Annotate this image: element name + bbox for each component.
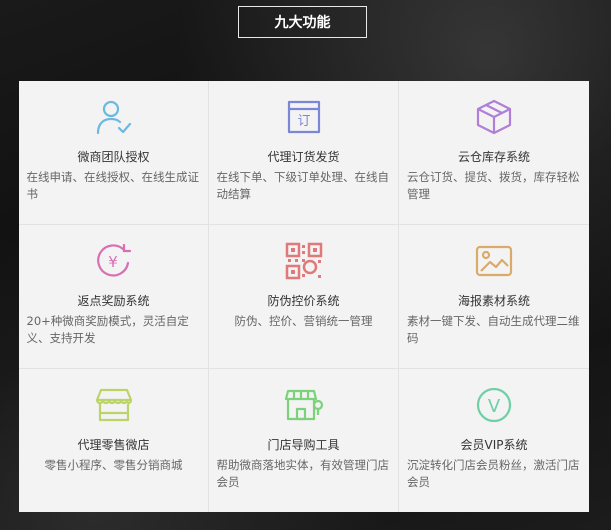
shop-guide-icon	[284, 385, 324, 425]
feature-card-anti-counterfeit[interactable]: 防伪控价系统 防伪、控价、营销统一管理	[209, 225, 399, 369]
feature-card-vip-member[interactable]: V 会员VIP系统 沉淀转化门店会员粉丝，激活门店会员	[399, 369, 589, 512]
feature-desc: 素材一键下发、自动生成代理二维码	[407, 314, 580, 345]
svg-text:V: V	[488, 396, 501, 417]
order-box-icon: 订	[284, 97, 324, 137]
feature-card-agent-order[interactable]: 订 代理订货发货 在线下单、下级订单处理、在线自动结算	[209, 81, 399, 225]
feature-name: 云仓库存系统	[457, 150, 530, 164]
cube-icon	[474, 97, 514, 137]
feature-card-team-auth[interactable]: 微商团队授权 在线申请、在线授权、在线生成证书	[19, 81, 209, 225]
feature-desc: 云仓订货、提货、拨货，库存轻松管理	[407, 170, 580, 201]
feature-name: 海报素材系统	[457, 294, 530, 308]
feature-card-cloud-warehouse[interactable]: 云仓库存系统 云仓订货、提货、拨货，库存轻松管理	[399, 81, 589, 225]
feature-card-retail-store[interactable]: 代理零售微店 零售小程序、零售分销商城	[19, 369, 209, 512]
feature-desc: 在线下单、下级订单处理、在线自动结算	[216, 170, 390, 201]
feature-name: 防伪控价系统	[267, 294, 340, 308]
feature-grid: 微商团队授权 在线申请、在线授权、在线生成证书 订 代理订货发货 在线下单、下级…	[19, 81, 589, 512]
svg-text:¥: ¥	[108, 253, 118, 271]
feature-card-rebate-reward[interactable]: ¥ 返点奖励系统 20+种微商奖励模式，灵活自定义、支持开发	[19, 225, 209, 369]
image-icon	[474, 241, 514, 281]
vip-icon: V	[474, 385, 514, 425]
feature-name: 微商团队授权	[77, 150, 150, 164]
feature-card-poster-material[interactable]: 海报素材系统 素材一键下发、自动生成代理二维码	[399, 225, 589, 369]
store-icon	[94, 385, 134, 425]
feature-card-shop-guide[interactable]: 门店导购工具 帮助微商落地实体，有效管理门店会员	[209, 369, 399, 512]
svg-text:订: 订	[297, 114, 310, 129]
feature-desc: 在线申请、在线授权、在线生成证书	[26, 170, 200, 201]
feature-name: 返点奖励系统	[77, 294, 150, 308]
feature-desc: 帮助微商落地实体，有效管理门店会员	[216, 458, 390, 489]
section-title: 九大功能	[238, 6, 367, 38]
qr-code-icon	[284, 241, 324, 281]
feature-name: 会员VIP系统	[460, 438, 528, 452]
feature-desc: 零售小程序、零售分销商城	[44, 458, 183, 472]
feature-desc: 防伪、控价、营销统一管理	[234, 314, 373, 328]
feature-name: 门店导购工具	[267, 438, 340, 452]
feature-desc: 沉淀转化门店会员粉丝，激活门店会员	[407, 458, 580, 489]
user-check-icon	[94, 97, 134, 137]
feature-name: 代理订货发货	[267, 150, 340, 164]
feature-desc: 20+种微商奖励模式，灵活自定义、支持开发	[26, 314, 189, 345]
yen-rebate-icon: ¥	[94, 241, 134, 281]
feature-name: 代理零售微店	[77, 438, 150, 452]
